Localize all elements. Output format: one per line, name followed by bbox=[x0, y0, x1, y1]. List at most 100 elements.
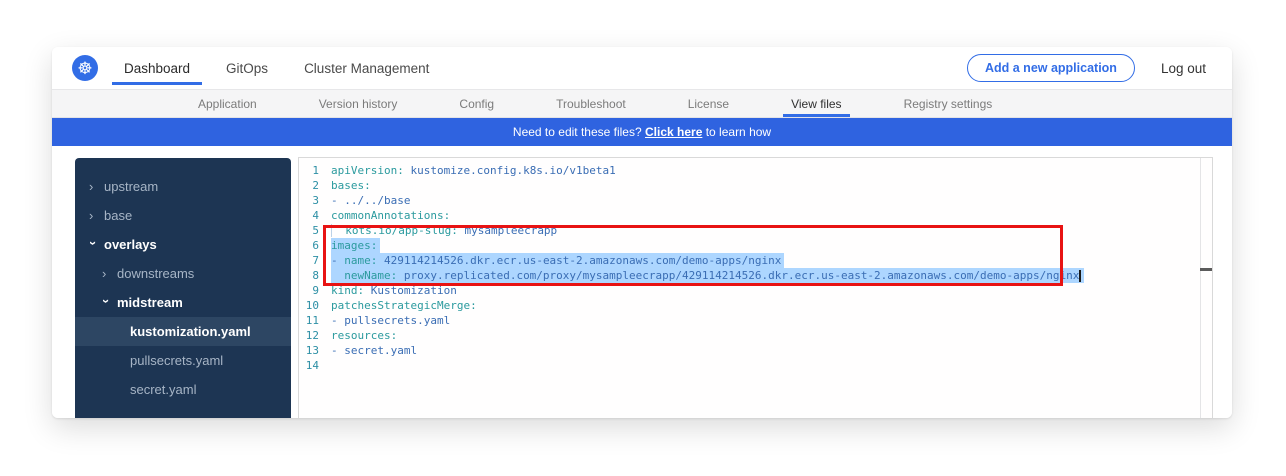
file-tree-item-kustomization-yaml[interactable]: kustomization.yaml bbox=[75, 317, 291, 346]
subnav: Application Version history Config Troubles… bbox=[52, 90, 1232, 118]
code-token: - pullsecrets.yaml bbox=[331, 314, 450, 327]
code-token: kustomize.config.k8s.io/v1beta1 bbox=[404, 164, 616, 177]
line-number: 8 bbox=[299, 268, 319, 283]
overview-ruler-marker bbox=[1200, 268, 1212, 271]
tab-version-history[interactable]: Version history bbox=[317, 90, 400, 117]
code-line[interactable]: 6 images: bbox=[299, 238, 1199, 253]
tab-troubleshoot[interactable]: Troubleshoot bbox=[554, 90, 628, 117]
topnav-item-dashboard[interactable]: Dashboard bbox=[124, 47, 190, 89]
code-line[interactable]: 3 - ../../base bbox=[299, 193, 1199, 208]
code-token: mysampleecrapp bbox=[458, 224, 557, 237]
selected-code-text: newName: proxy.replicated.com/proxy/mysa… bbox=[331, 268, 1084, 283]
line-number: 10 bbox=[299, 298, 319, 313]
file-tree-item-upstream[interactable]: ›upstream bbox=[75, 172, 291, 201]
text-cursor bbox=[1079, 270, 1081, 282]
selected-code-text: images: bbox=[331, 238, 380, 253]
code-token: images: bbox=[331, 239, 377, 252]
code-token bbox=[331, 269, 344, 282]
top-nav: ☸ Dashboard GitOps Cluster Management Add … bbox=[52, 47, 1232, 90]
code-text: - secret.yaml bbox=[331, 343, 417, 358]
file-tree-item-label: midstream bbox=[117, 288, 183, 317]
code-line[interactable]: 12 resources: bbox=[299, 328, 1199, 343]
tab-registry-settings[interactable]: Registry settings bbox=[902, 90, 995, 117]
code-text: patchesStrategicMerge: bbox=[331, 298, 477, 313]
code-line[interactable]: 13 - secret.yaml bbox=[299, 343, 1199, 358]
code-token: proxy.replicated.com/proxy/mysampleecrap… bbox=[397, 269, 1079, 282]
code-token: name: bbox=[344, 254, 377, 267]
code-token: kots.io/app-slug: bbox=[345, 224, 458, 237]
code-line[interactable]: 2 bases: bbox=[299, 178, 1199, 193]
banner-text: Need to edit these files? bbox=[513, 125, 645, 139]
file-tree: ›upstream›base›overlays›downstreams›mids… bbox=[75, 158, 291, 418]
code-token: - secret.yaml bbox=[331, 344, 417, 357]
code-line[interactable]: 1apiVersion: kustomize.config.k8s.io/v1b… bbox=[299, 163, 1199, 178]
file-tree-item-overlays[interactable]: › overlays bbox=[75, 230, 291, 259]
file-tree-item-label: base bbox=[104, 201, 132, 230]
file-tree-item-label: secret.yaml bbox=[130, 375, 196, 404]
code-area: 1apiVersion: kustomize.config.k8s.io/v1b… bbox=[299, 163, 1199, 418]
chevron-down-icon: › bbox=[100, 299, 113, 308]
line-number: 12 bbox=[299, 328, 319, 343]
code-token: newName: bbox=[344, 269, 397, 282]
file-tree-item-secret-yaml[interactable]: secret.yaml bbox=[75, 375, 291, 404]
code-text: - pullsecrets.yaml bbox=[331, 313, 450, 328]
code-line[interactable]: 11 - pullsecrets.yaml bbox=[299, 313, 1199, 328]
selected-code-text: - name: 429114214526.dkr.ecr.us-east-2.a… bbox=[331, 253, 784, 268]
code-text: apiVersion: kustomize.config.k8s.io/v1be… bbox=[331, 163, 616, 178]
code-text: resources: bbox=[331, 328, 397, 343]
code-line[interactable]: 7 - name: 429114214526.dkr.ecr.us-east-2.… bbox=[299, 253, 1199, 268]
code-token: bases: bbox=[331, 179, 371, 192]
code-token: kind: bbox=[331, 284, 364, 297]
file-tree-item-label: downstreams bbox=[117, 259, 194, 288]
code-text: bases: bbox=[331, 178, 371, 193]
code-text: commonAnnotations: bbox=[331, 208, 450, 223]
line-number: 13 bbox=[299, 343, 319, 358]
code-text: kots.io/app-slug: mysampleecrapp bbox=[331, 223, 557, 238]
click-here-link[interactable]: Click here bbox=[645, 125, 702, 139]
line-number: 6 bbox=[299, 238, 319, 253]
chevron-down-icon: › bbox=[87, 241, 100, 250]
overview-ruler bbox=[1200, 158, 1201, 418]
file-tree-item-downstreams[interactable]: › downstreams bbox=[75, 259, 291, 288]
banner-text-suffix: to learn how bbox=[702, 125, 771, 139]
chevron-right-icon: › bbox=[89, 209, 98, 222]
code-line[interactable]: 5 kots.io/app-slug: mysampleecrapp bbox=[299, 223, 1199, 238]
line-number: 2 bbox=[299, 178, 319, 193]
file-tree-item-label: pullsecrets.yaml bbox=[130, 346, 223, 375]
code-token: resources: bbox=[331, 329, 397, 342]
code-text: kind: Kustomization bbox=[331, 283, 457, 298]
line-number: 9 bbox=[299, 283, 319, 298]
code-line[interactable]: 10 patchesStrategicMerge: bbox=[299, 298, 1199, 313]
kubernetes-logo-icon: ☸ bbox=[72, 55, 98, 81]
line-number: 11 bbox=[299, 313, 319, 328]
tab-config[interactable]: Config bbox=[457, 90, 496, 117]
tab-view-files[interactable]: View files bbox=[789, 90, 843, 117]
code-token bbox=[331, 224, 345, 237]
chevron-right-icon: › bbox=[89, 180, 98, 193]
code-token: commonAnnotations: bbox=[331, 209, 450, 222]
code-editor[interactable]: 1apiVersion: kustomize.config.k8s.io/v1b… bbox=[298, 157, 1213, 418]
logout-link[interactable]: Log out bbox=[1161, 61, 1206, 76]
app-window: ☸ Dashboard GitOps Cluster Management Add … bbox=[52, 47, 1232, 418]
add-new-application-button[interactable]: Add a new application bbox=[967, 54, 1135, 82]
code-token: - ../../base bbox=[331, 194, 410, 207]
file-tree-item-pullsecrets-yaml[interactable]: pullsecrets.yaml bbox=[75, 346, 291, 375]
topnav-item-cluster-management[interactable]: Cluster Management bbox=[304, 47, 429, 89]
tab-application[interactable]: Application bbox=[196, 90, 259, 117]
file-tree-item-label: overlays bbox=[104, 230, 157, 259]
line-number: 7 bbox=[299, 253, 319, 268]
code-line[interactable]: 9 kind: Kustomization bbox=[299, 283, 1199, 298]
code-line[interactable]: 4commonAnnotations: bbox=[299, 208, 1199, 223]
file-tree-item-midstream[interactable]: › midstream bbox=[75, 288, 291, 317]
content-area: ›upstream›base›overlays›downstreams›mids… bbox=[52, 146, 1232, 418]
chevron-right-icon: › bbox=[102, 267, 111, 280]
file-tree-item-base[interactable]: › base bbox=[75, 201, 291, 230]
code-token: 429114214526.dkr.ecr.us-east-2.amazonaws… bbox=[377, 254, 781, 267]
code-line[interactable]: 14 bbox=[299, 358, 1199, 373]
code-token: apiVersion: bbox=[331, 164, 404, 177]
tab-license[interactable]: License bbox=[686, 90, 731, 117]
topnav-item-gitops[interactable]: GitOps bbox=[226, 47, 268, 89]
line-number: 3 bbox=[299, 193, 319, 208]
code-line[interactable]: 8 newName: proxy.replicated.com/proxy/my… bbox=[299, 268, 1199, 283]
code-text: - ../../base bbox=[331, 193, 410, 208]
